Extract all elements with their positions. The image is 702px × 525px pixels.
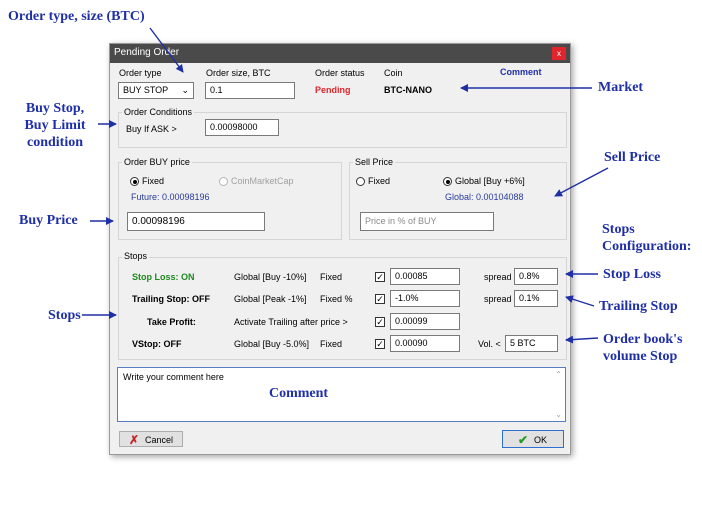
- coin-label: Coin: [384, 68, 403, 78]
- trailing-stop-spread-label: spread: [484, 294, 512, 304]
- trailing-stop-rule: Global [Peak -1%]: [234, 294, 307, 304]
- vstop-volume-label: Vol. <: [478, 339, 501, 349]
- annotation-sell-price: Sell Price: [604, 150, 661, 165]
- stop-loss-rule: Global [Buy -10%]: [234, 272, 307, 282]
- ok-button[interactable]: ✔ OK: [502, 430, 564, 448]
- annotation-buy-price: Buy Price: [19, 213, 78, 228]
- buy-price-group-label: Order BUY price: [122, 157, 192, 167]
- trailing-stop-mode: Fixed %: [320, 294, 353, 304]
- title-bar[interactable]: Pending Order x: [110, 44, 570, 63]
- comment-placeholder: Write your comment here: [123, 372, 224, 382]
- vstop-volume-input[interactable]: 5 BTC: [505, 335, 558, 352]
- annotation-line: Buy Limit: [24, 118, 86, 133]
- order-type-label: Order type: [119, 68, 162, 78]
- sell-global-radio[interactable]: [443, 177, 452, 186]
- window-title: Pending Order: [114, 47, 180, 58]
- annotation-line: volume Stop: [603, 349, 678, 364]
- coin-value: BTC-NANO: [384, 85, 432, 95]
- order-status-value: Pending: [315, 85, 351, 95]
- trailing-stop-spread-input[interactable]: 0.1%: [514, 290, 558, 307]
- order-conditions-label: Order Conditions: [122, 107, 195, 117]
- sell-fixed-label: Fixed: [368, 176, 391, 186]
- annotation-market: Market: [598, 80, 644, 95]
- annotation-stops-configuration: Stops Configuration:: [602, 221, 691, 255]
- scroll-down-icon[interactable]: ⌄: [555, 410, 562, 419]
- order-size-label: Order size, BTC: [206, 68, 271, 78]
- stop-loss-mode: Fixed: [320, 272, 343, 282]
- sell-global-label: Global [Buy +6%]: [455, 176, 525, 186]
- comment-overlay-label: Comment: [269, 386, 329, 401]
- stop-loss-value-input[interactable]: 0.00085: [390, 268, 460, 285]
- trailing-stop-value-input[interactable]: -1.0%: [390, 290, 460, 307]
- order-conditions-group: [118, 112, 567, 148]
- stop-loss-checkbox[interactable]: ✓: [375, 272, 385, 282]
- comment-textarea[interactable]: Write your comment here Comment ⌃ ⌄: [117, 367, 566, 422]
- take-profit-label: Take Profit:: [147, 317, 196, 327]
- buy-if-ask-input[interactable]: 0.00098000: [205, 119, 279, 136]
- buy-if-ask-label: Buy If ASK >: [126, 124, 177, 134]
- cancel-x-icon: ✗: [129, 433, 140, 447]
- vstop-value-input[interactable]: 0.00090: [390, 335, 460, 352]
- stop-loss-spread-input[interactable]: 0.8%: [514, 268, 558, 285]
- buy-coinmarketcap-label: CoinMarketCap: [231, 176, 294, 186]
- stops-group-label: Stops: [122, 251, 150, 261]
- annotation-trailing-stop: Trailing Stop: [599, 299, 678, 314]
- buy-fixed-label: Fixed: [142, 176, 165, 186]
- trailing-stop-label: Trailing Stop: OFF: [132, 294, 210, 304]
- annotation-order-book-stop: Order book's volume Stop: [603, 331, 682, 365]
- comment-link[interactable]: Comment: [500, 67, 542, 77]
- annotation-line: Configuration:: [602, 239, 692, 254]
- ok-check-icon: ✔: [518, 433, 529, 447]
- buy-coinmarketcap-radio[interactable]: [219, 177, 228, 186]
- buy-price-input[interactable]: 0.00098196: [127, 212, 265, 231]
- scroll-up-icon[interactable]: ⌃: [555, 370, 562, 379]
- annotation-line: Stops: [602, 222, 635, 237]
- pending-order-dialog: Pending Order x Order type BUY STOP ⌄ Or…: [109, 43, 571, 455]
- vstop-label: VStop: OFF: [132, 339, 182, 349]
- take-profit-checkbox[interactable]: ✓: [375, 317, 385, 327]
- annotation-order-type-size: Order type, size (BTC): [8, 9, 145, 24]
- cancel-button[interactable]: ✗ Cancel: [119, 431, 183, 447]
- buy-fixed-radio[interactable]: [130, 177, 139, 186]
- order-status-label: Order status: [315, 68, 365, 78]
- sell-price-input[interactable]: Price in % of BUY: [360, 212, 494, 231]
- vstop-rule: Global [Buy -5.0%]: [234, 339, 310, 349]
- annotation-line: Buy Stop,: [25, 101, 85, 116]
- sell-fixed-radio[interactable]: [356, 177, 365, 186]
- order-size-input[interactable]: 0.1: [205, 82, 295, 99]
- sell-price-group-label: Sell Price: [353, 157, 396, 167]
- annotation-stop-loss: Stop Loss: [603, 267, 661, 282]
- stop-loss-spread-label: spread: [484, 272, 512, 282]
- sell-global-text: Global: 0.00104088: [445, 192, 524, 202]
- future-price-text: Future: 0.00098196: [131, 192, 210, 202]
- close-icon: x: [557, 49, 561, 58]
- stop-loss-label: Stop Loss: ON: [132, 272, 195, 282]
- close-button[interactable]: x: [552, 47, 566, 60]
- order-type-value: BUY STOP: [123, 85, 169, 95]
- order-type-select[interactable]: BUY STOP ⌄: [118, 82, 194, 99]
- vstop-checkbox[interactable]: ✓: [375, 339, 385, 349]
- take-profit-rule: Activate Trailing after price >: [234, 317, 348, 327]
- annotation-buy-stop-condition: Buy Stop, Buy Limit condition: [12, 100, 98, 151]
- ok-label: OK: [534, 435, 548, 445]
- chevron-down-icon: ⌄: [181, 85, 189, 95]
- trailing-stop-checkbox[interactable]: ✓: [375, 294, 385, 304]
- annotation-stops: Stops: [48, 308, 81, 323]
- annotation-line: condition: [26, 135, 83, 150]
- take-profit-value-input[interactable]: 0.00099: [390, 313, 460, 330]
- annotation-line: Order book's: [603, 332, 683, 347]
- vstop-mode: Fixed: [320, 339, 343, 349]
- cancel-label: Cancel: [145, 435, 174, 445]
